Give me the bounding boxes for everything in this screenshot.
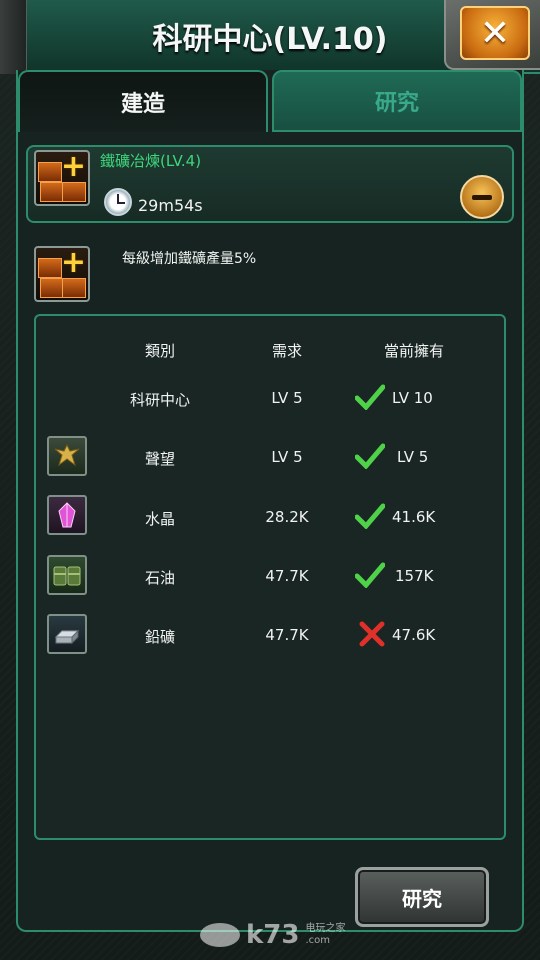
watermark: k73 电玩之家 .com <box>200 918 360 952</box>
req-have: LV 10 <box>392 389 433 407</box>
col-header-category: 類別 <box>144 342 175 360</box>
close-icon[interactable]: ✕ <box>460 6 530 60</box>
iron-smelting-icon: + <box>34 150 90 206</box>
req-have: LV 5 <box>397 448 429 466</box>
tab-research[interactable]: 研究 <box>272 70 522 132</box>
req-need: 47.7K <box>265 626 309 644</box>
close-button[interactable]: ✕ <box>444 0 540 70</box>
req-need: LV 5 <box>271 448 303 466</box>
req-need: LV 5 <box>271 389 303 407</box>
crystal-icon <box>47 495 87 535</box>
lead-ingot-icon <box>47 614 87 654</box>
col-header-have: 當前擁有 <box>383 342 444 360</box>
eagle-emblem-icon <box>47 436 87 476</box>
oil-barrel-icon <box>47 555 87 595</box>
iron-smelting-icon: + <box>34 246 90 302</box>
cancel-research-button[interactable] <box>460 175 504 219</box>
req-category: 鉛礦 <box>144 628 175 646</box>
col-header-need: 需求 <box>271 342 302 360</box>
watermark-sub: 电玩之家 <box>305 923 346 934</box>
queue-timer: 29m54s <box>138 196 203 215</box>
req-have: 47.6K <box>392 626 436 644</box>
watermark-sub2: .com <box>305 935 331 946</box>
cross-icon <box>359 621 385 647</box>
req-category: 石油 <box>144 569 175 587</box>
clock-icon <box>104 188 132 216</box>
req-have: 41.6K <box>392 508 436 526</box>
check-icon <box>355 503 385 529</box>
check-icon <box>355 443 385 469</box>
req-category: 聲望 <box>144 450 175 468</box>
req-category: 科研中心 <box>129 391 190 409</box>
research-button[interactable]: 研究 <box>355 867 489 927</box>
check-icon <box>355 384 385 410</box>
gamepad-logo-icon <box>200 923 240 947</box>
check-icon <box>355 562 385 588</box>
req-need: 28.2K <box>265 508 309 526</box>
req-need: 47.7K <box>265 567 309 585</box>
research-description: 每級增加鐵礦產量5% <box>122 251 257 267</box>
queue-item-name: 鐵礦冶煉(LV.4) <box>100 152 202 170</box>
tab-build[interactable]: 建造 <box>18 70 268 132</box>
watermark-main: k73 <box>246 920 300 950</box>
req-have: 157K <box>395 567 434 585</box>
req-category: 水晶 <box>144 510 175 528</box>
